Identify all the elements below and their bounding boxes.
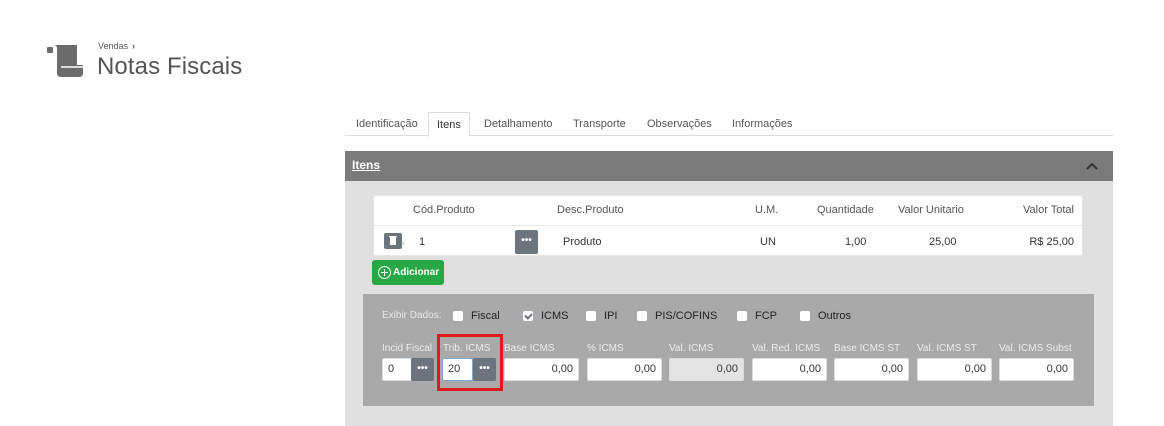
val-icms-subst-label: Val. ICMS Subst [999, 343, 1072, 354]
add-item-label: Adicionar [393, 267, 440, 278]
checkbox-fiscal-label[interactable]: Fiscal [471, 310, 500, 322]
row-divider [374, 225, 1082, 226]
panel-title[interactable]: Itens [352, 158, 380, 172]
scroll-icon [47, 45, 83, 77]
cell-cod-produto: 1 [419, 236, 426, 248]
tab-observacoes[interactable]: Observações [639, 112, 720, 136]
cell-quantidade: 1,00 [845, 236, 867, 248]
produto-lookup-button[interactable]: ••• [515, 230, 538, 254]
breadcrumb-vendas[interactable]: Vendas [98, 41, 128, 51]
pct-icms-label: % ICMS [587, 343, 624, 354]
tab-identificacao[interactable]: Identificação [348, 112, 426, 136]
tab-transporte[interactable]: Transporte [565, 112, 634, 136]
checkbox-fiscal[interactable] [453, 311, 463, 321]
val-red-icms-label: Val. Red. ICMS [752, 343, 821, 354]
header-desc-produto: Desc.Produto [557, 204, 624, 216]
incid-fiscal-input[interactable]: 0 [382, 358, 412, 381]
checkbox-icms-label[interactable]: ICMS [541, 310, 569, 322]
base-icms-st-input[interactable]: 0,00 [834, 358, 909, 381]
page: Vendas › Notas Fiscais Identificação Iten… [0, 0, 1164, 426]
add-item-button[interactable]: Adicionar [372, 260, 444, 285]
base-icms-st-label: Base ICMS ST [834, 343, 901, 354]
cell-valor-total: R$ 25,00 [1029, 236, 1074, 248]
checkbox-outros[interactable] [800, 311, 810, 321]
incid-fiscal-label: Incid Fiscal [382, 343, 433, 354]
checkbox-ipi-label[interactable]: IPI [604, 310, 617, 322]
chevron-up-icon[interactable] [1085, 159, 1099, 173]
plus-circle-icon [378, 266, 391, 279]
panel-header: Itens [345, 151, 1113, 181]
checkbox-pis-cofins-label[interactable]: PIS/COFINS [655, 310, 717, 322]
val-icms-subst-input[interactable]: 0,00 [999, 358, 1074, 381]
tab-informacoes[interactable]: Informações [724, 112, 801, 136]
header-cod-produto: Cód.Produto [413, 204, 475, 216]
cell-um: UN [760, 236, 776, 248]
checkbox-fcp[interactable] [737, 311, 747, 321]
val-icms-input: 0,00 [669, 358, 744, 381]
val-icms-label: Val. ICMS [669, 343, 714, 354]
base-icms-label: Base ICMS [504, 343, 555, 354]
tab-detalhamento[interactable]: Detalhamento [476, 112, 561, 136]
checkbox-icms[interactable] [523, 311, 533, 321]
val-red-icms-input[interactable]: 0,00 [752, 358, 827, 381]
val-icms-st-label: Val. ICMS ST [917, 343, 977, 354]
cell-desc-produto: Produto [563, 236, 602, 248]
breadcrumb[interactable]: Vendas › [98, 41, 135, 51]
header-um: U.M. [755, 204, 779, 216]
pct-icms-input[interactable]: 0,00 [587, 358, 662, 381]
tab-itens[interactable]: Itens [428, 112, 470, 137]
row-marker: . [402, 236, 405, 247]
checkbox-pis-cofins[interactable] [637, 311, 647, 321]
val-icms-st-input[interactable]: 0,00 [917, 358, 992, 381]
items-table: Cód.Produto Desc.Produto U.M. Quantidade… [373, 195, 1083, 256]
page-title: Notas Fiscais [97, 53, 243, 80]
tab-bar: Identificação Itens Detalhamento Transpo… [345, 112, 1113, 137]
trash-icon[interactable] [384, 233, 402, 249]
checkbox-fcp-label[interactable]: FCP [755, 310, 777, 322]
checkbox-outros-label[interactable]: Outros [818, 310, 851, 322]
header-valor-unitario: Valor Unitario [898, 204, 964, 216]
cell-valor-unitario: 25,00 [929, 236, 957, 248]
checkbox-ipi[interactable] [586, 311, 596, 321]
highlight-box [437, 334, 503, 391]
header-quantidade: Quantidade [817, 204, 874, 216]
base-icms-input[interactable]: 0,00 [504, 358, 579, 381]
breadcrumb-separator: › [132, 41, 136, 51]
exibir-dados-label: Exibir Dados: [382, 310, 442, 321]
header-valor-total: Valor Total [1023, 204, 1074, 216]
incid-fiscal-lookup-button[interactable]: ••• [411, 358, 434, 381]
